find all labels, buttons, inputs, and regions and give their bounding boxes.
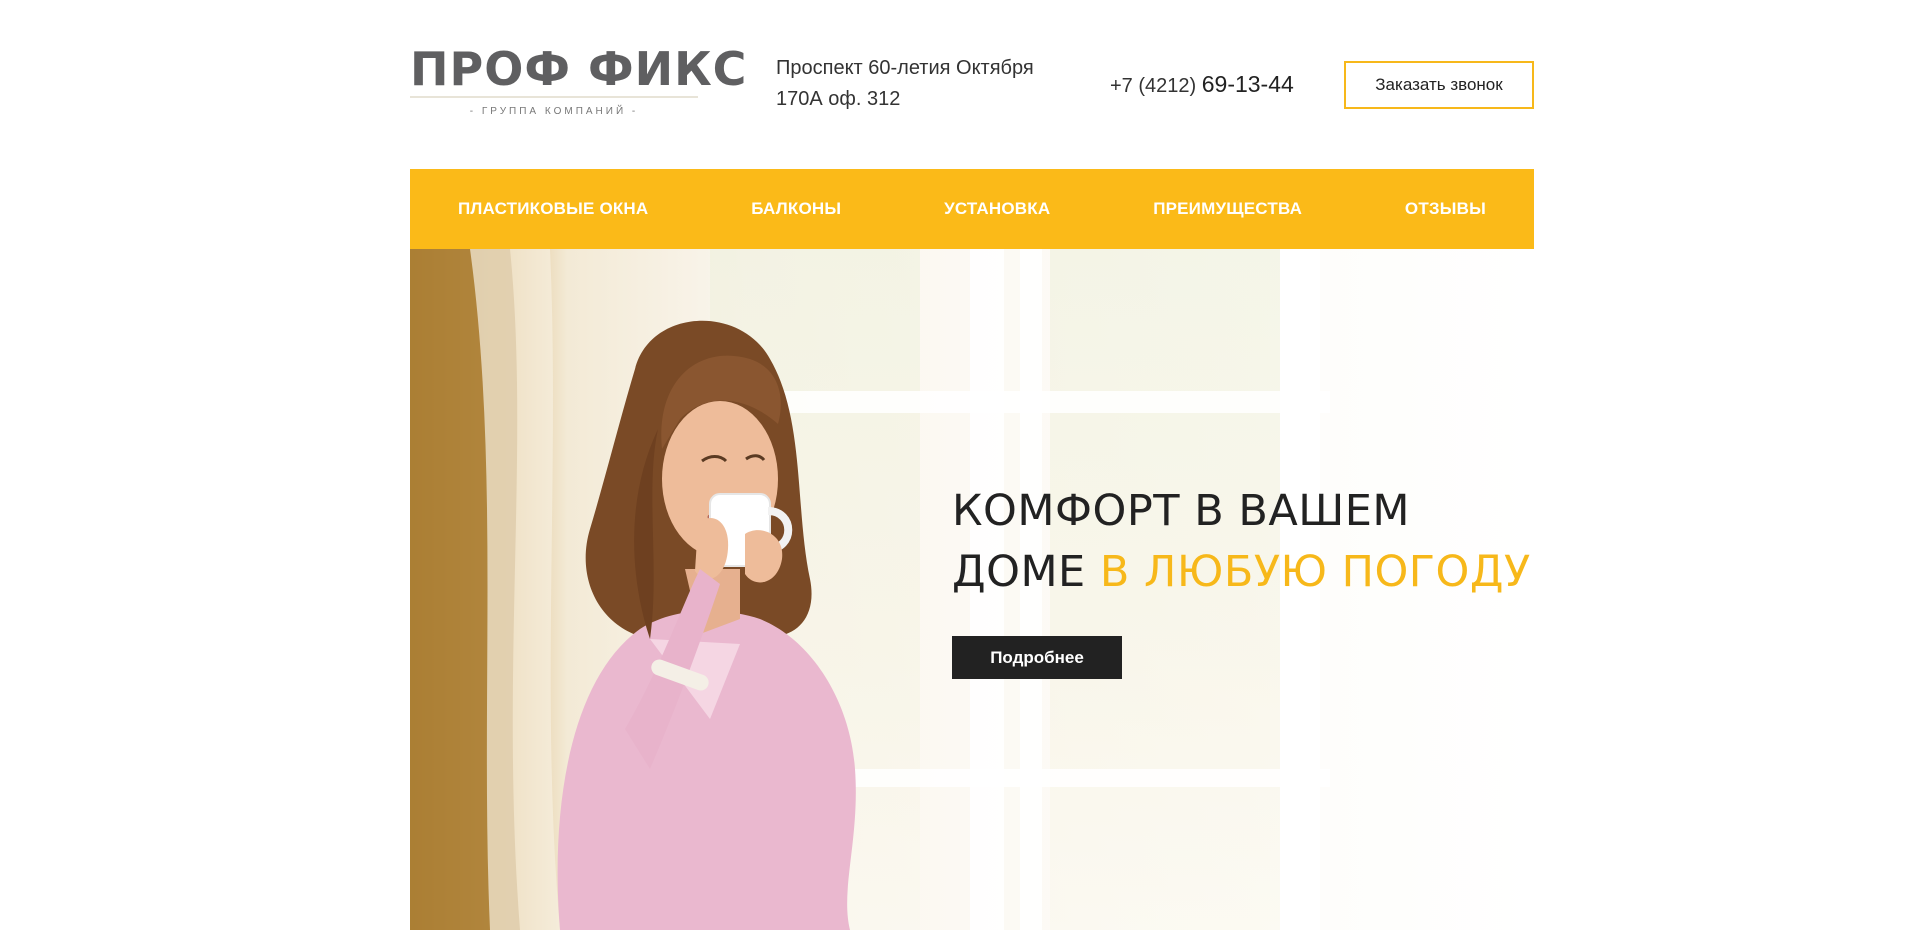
logo-subtitle: - ГРУППА КОМПАНИЙ - (469, 106, 639, 117)
callback-button[interactable]: Заказать звонок (1344, 61, 1534, 109)
hero-banner: КОМФОРТ В ВАШЕМ ДОМЕ В ЛЮБУЮ ПОГОДУ! Под… (410, 249, 1534, 930)
logo-name: ПРОФ ФИКС (410, 42, 748, 96)
address: Проспект 60-летия Октября 170А оф. 312 (776, 53, 1034, 115)
more-button[interactable]: Подробнее (952, 636, 1122, 679)
site-header: ПРОФ ФИКС - ГРУППА КОМПАНИЙ - Проспект 6… (410, 0, 1534, 168)
hero-title-line-2: ДОМЕ В ЛЮБУЮ ПОГОДУ! (952, 542, 1534, 603)
phone[interactable]: +7 (4212) 69-13-44 (1110, 71, 1294, 98)
hero-title: КОМФОРТ В ВАШЕМ ДОМЕ В ЛЮБУЮ ПОГОДУ! (952, 481, 1534, 603)
nav-item-plastic-windows[interactable]: ПЛАСТИКОВЫЕ ОКНА (458, 199, 648, 219)
address-line-2: 170А оф. 312 (776, 88, 901, 110)
nav-item-reviews[interactable]: ОТЗЫВЫ (1405, 199, 1486, 219)
nav-item-balconies[interactable]: БАЛКОНЫ (751, 199, 841, 219)
logo-divider (410, 96, 698, 98)
phone-prefix: +7 (4212) (1110, 75, 1202, 97)
hero-title-line-1: КОМФОРТ В ВАШЕМ (952, 486, 1411, 536)
hero-title-plain: ДОМЕ (952, 547, 1100, 597)
main-nav: ПЛАСТИКОВЫЕ ОКНА БАЛКОНЫ УСТАНОВКА ПРЕИМ… (410, 169, 1534, 249)
page-container: ПРОФ ФИКС - ГРУППА КОМПАНИЙ - Проспект 6… (410, 0, 1534, 930)
hero-title-accent: В ЛЮБУЮ ПОГОДУ! (1099, 547, 1534, 597)
nav-item-installation[interactable]: УСТАНОВКА (944, 199, 1050, 219)
nav-item-advantages[interactable]: ПРЕИМУЩЕСТВА (1153, 199, 1302, 219)
address-line-1: Проспект 60-летия Октября (776, 57, 1034, 79)
logo[interactable]: ПРОФ ФИКС - ГРУППА КОМПАНИЙ - (410, 44, 746, 124)
phone-number: 69-13-44 (1201, 71, 1294, 97)
